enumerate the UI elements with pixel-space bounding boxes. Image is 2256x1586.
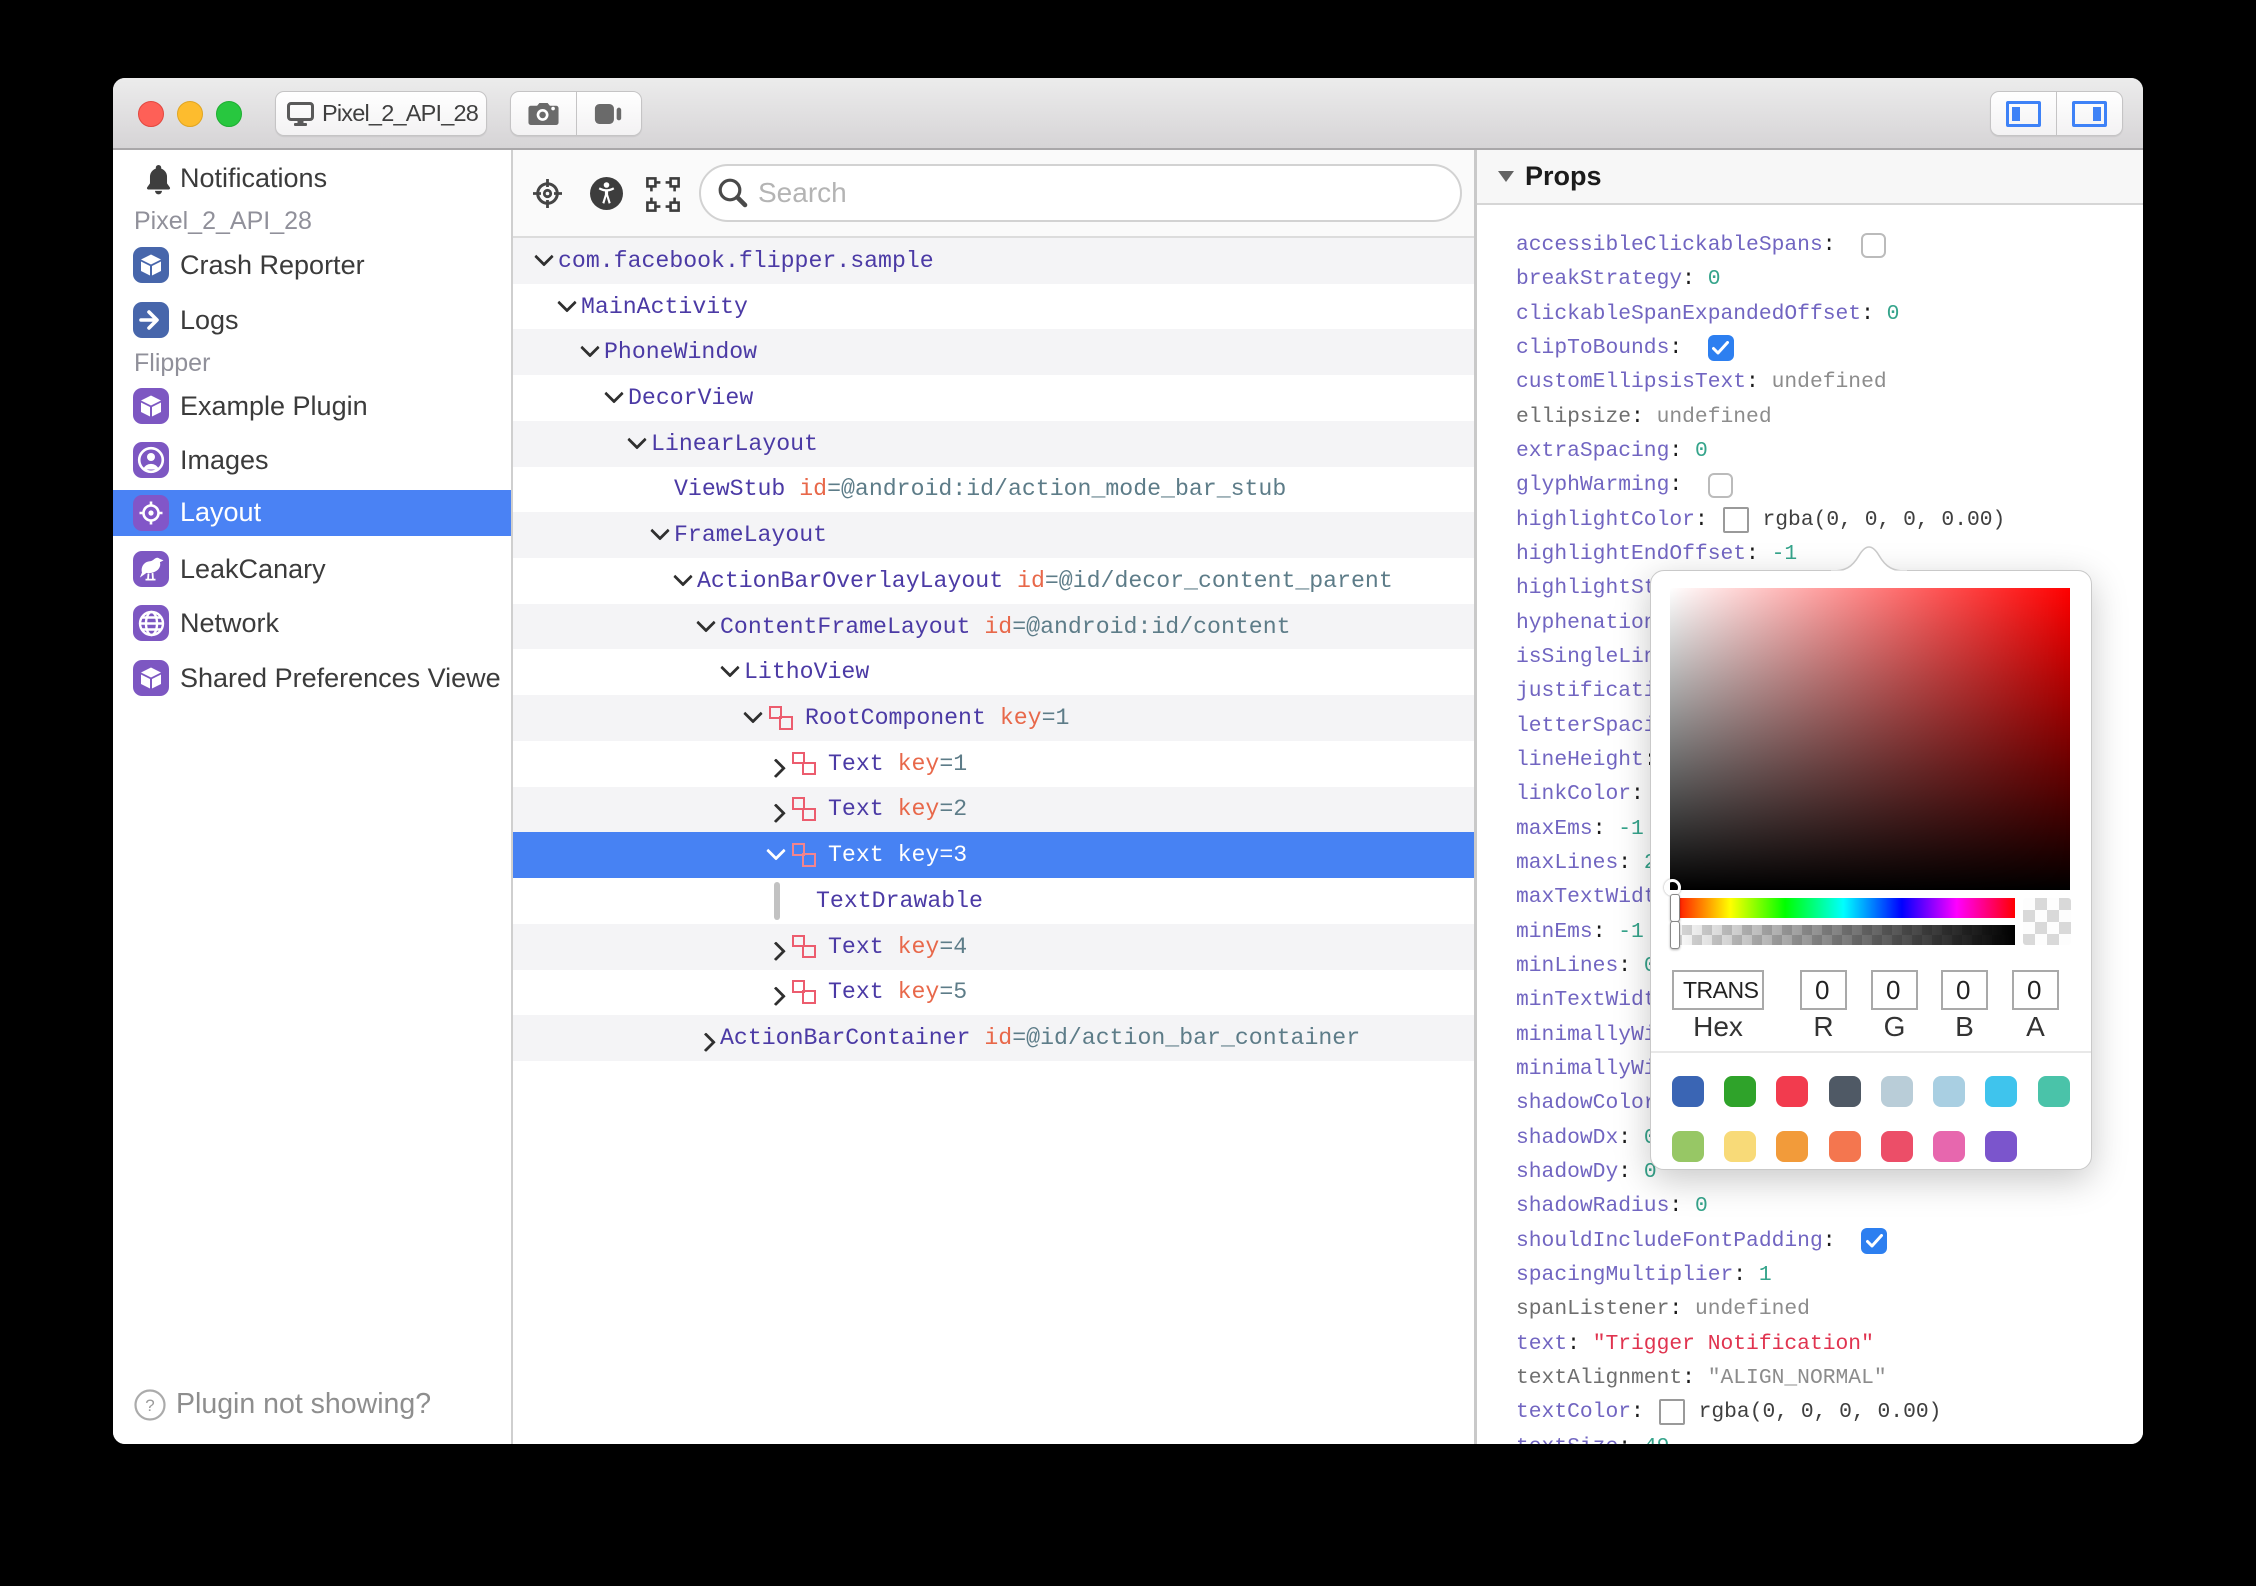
svg-text:?: ? <box>145 1396 154 1415</box>
